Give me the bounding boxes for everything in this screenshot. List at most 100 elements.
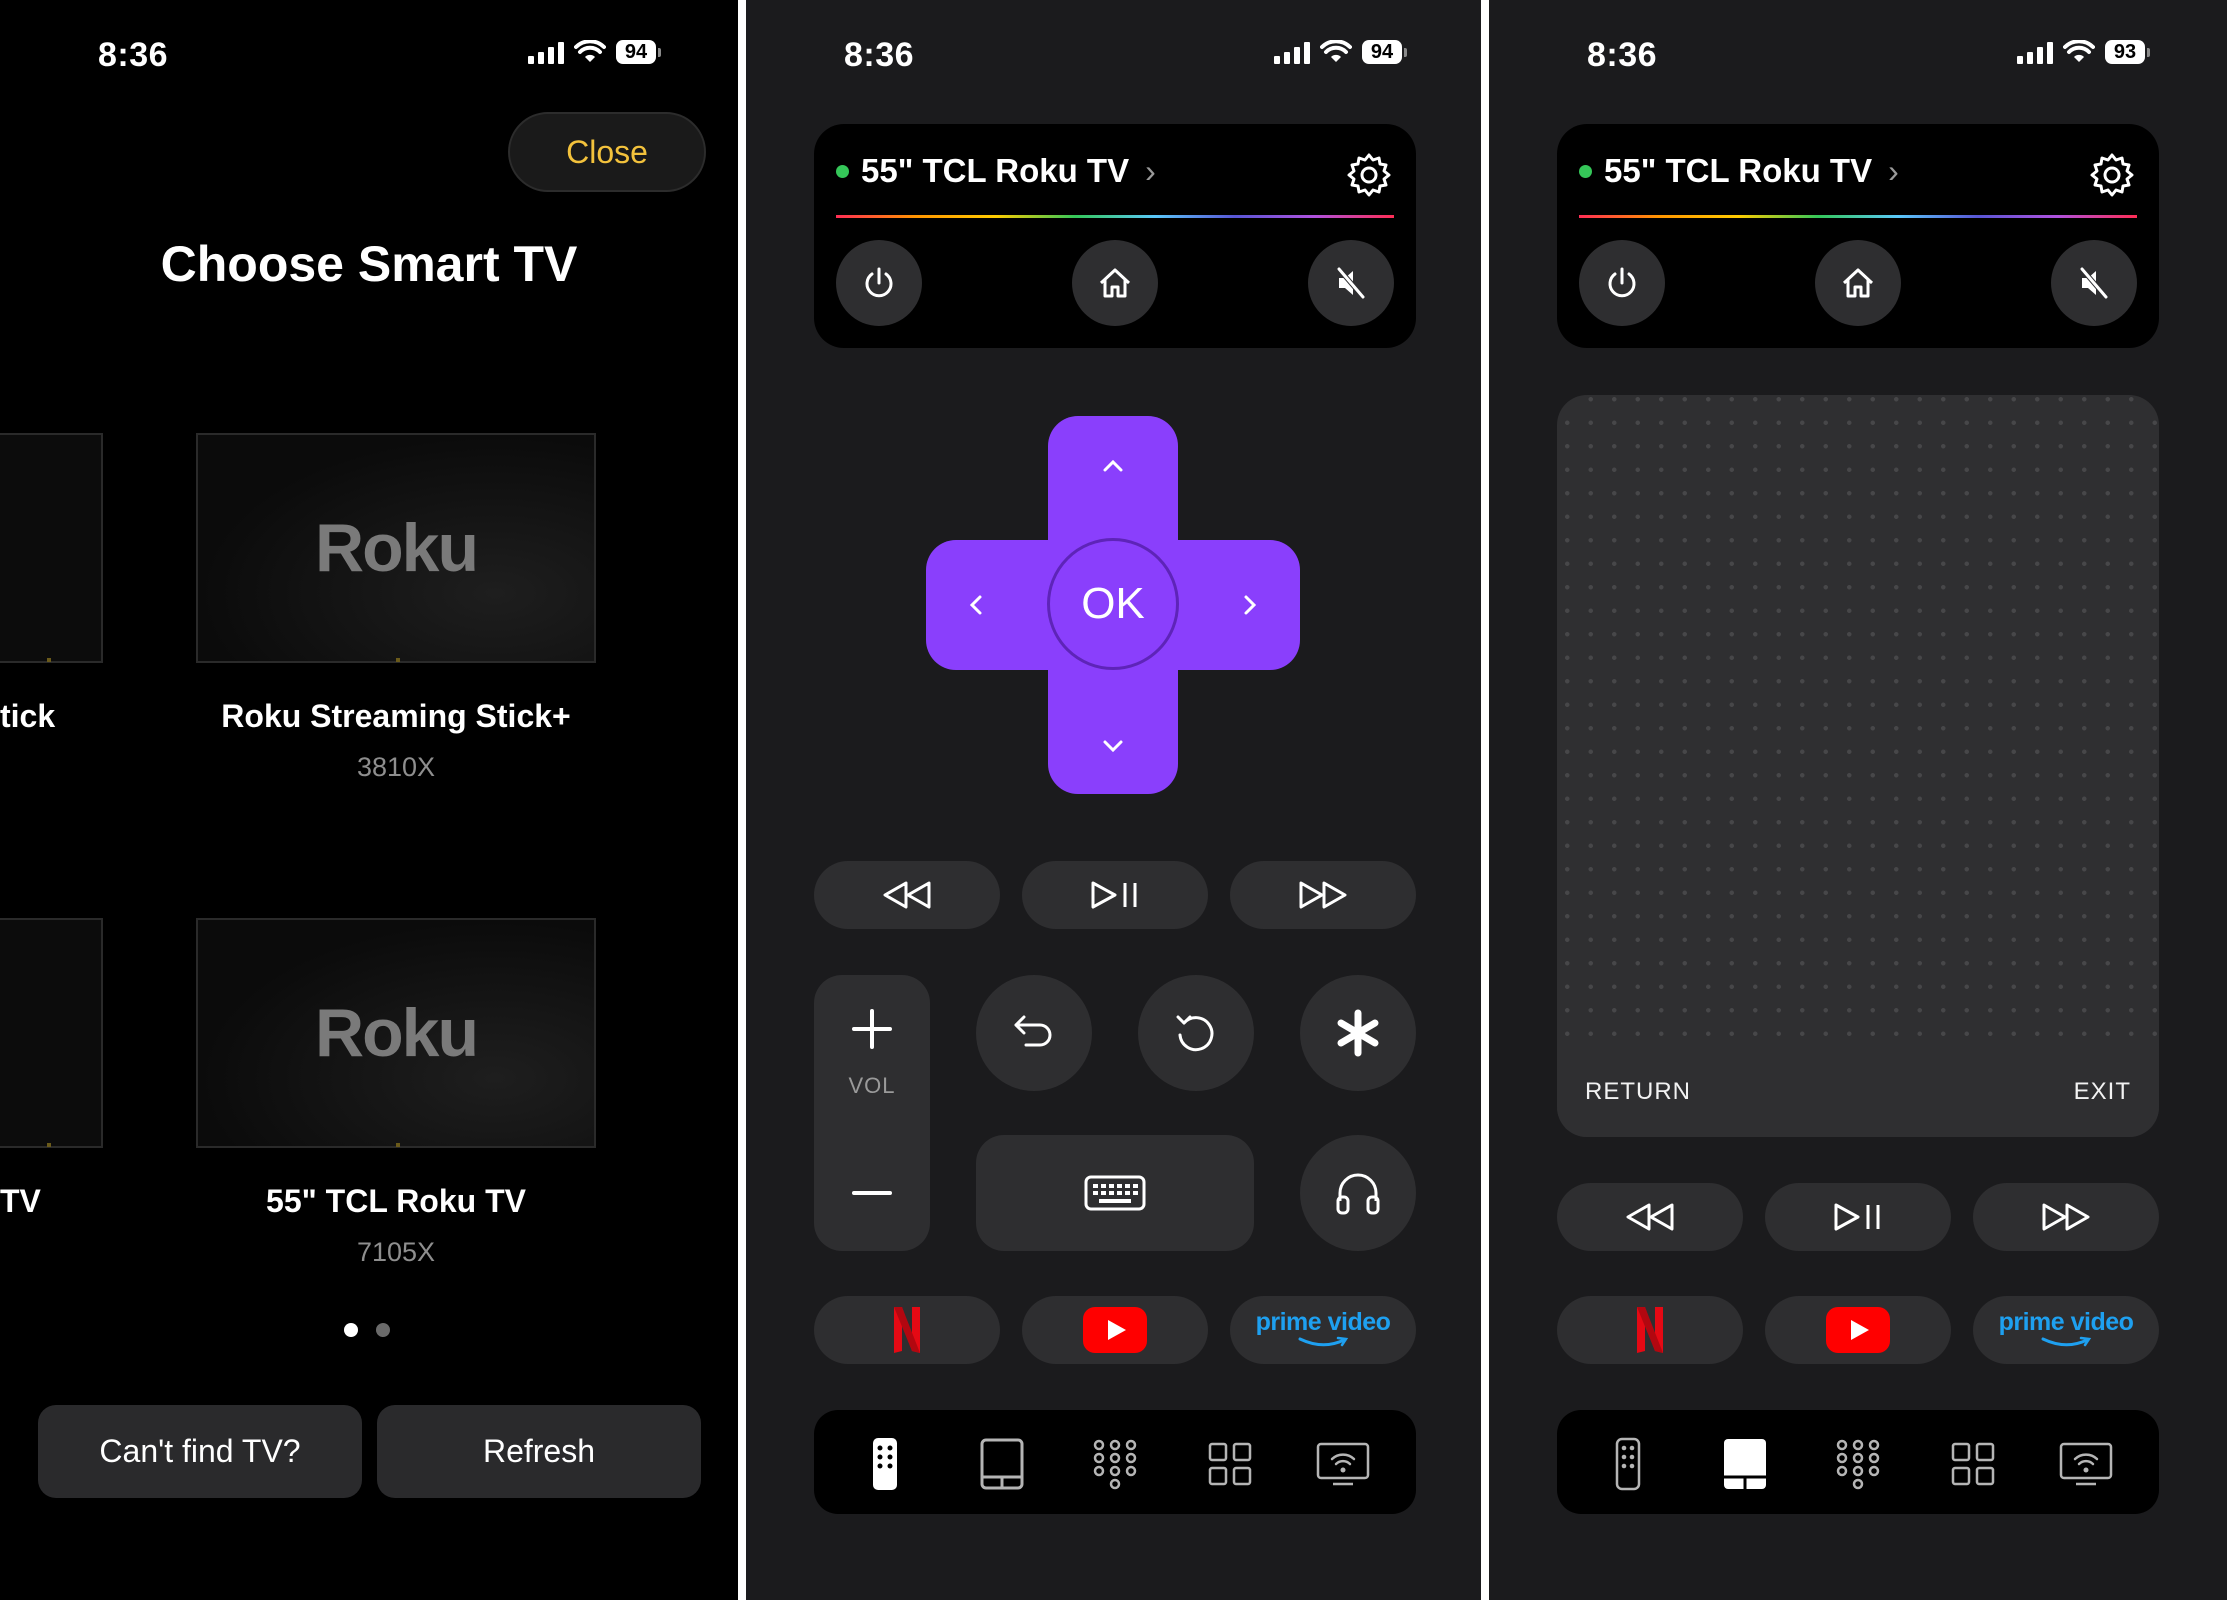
mute-button[interactable]	[2051, 240, 2137, 326]
youtube-button[interactable]	[1765, 1296, 1951, 1364]
prime-video-button[interactable]: prime video	[1230, 1296, 1416, 1364]
netflix-button[interactable]	[1557, 1296, 1743, 1364]
close-button[interactable]: Close	[508, 112, 706, 192]
netflix-button[interactable]	[814, 1296, 1000, 1364]
private-listening-button[interactable]	[1300, 1135, 1416, 1251]
youtube-logo	[1826, 1307, 1890, 1353]
tab-touchpad[interactable]	[974, 1436, 1030, 1492]
partial-device-name: TV	[0, 1183, 41, 1219]
home-button[interactable]	[1072, 240, 1158, 326]
tab-apps[interactable]	[1945, 1436, 2001, 1492]
remote-icon	[1615, 1437, 1641, 1491]
right-arrow-button[interactable]	[1230, 585, 1270, 625]
tab-cast[interactable]	[2058, 1436, 2114, 1492]
status-time: 8:36	[98, 36, 169, 74]
wifi-icon	[2063, 40, 2095, 62]
bottom-tab-bar	[1557, 1410, 2159, 1514]
ok-button[interactable]: OK	[1047, 538, 1179, 670]
rewind-button[interactable]	[814, 861, 1000, 929]
tab-cast[interactable]	[1315, 1436, 1371, 1492]
partial-tv-card[interactable]	[0, 918, 103, 1148]
device-selector[interactable]: 55" TCL Roku TV ›	[836, 152, 1156, 190]
rewind-icon	[883, 881, 931, 909]
status-icons: 94	[528, 40, 661, 64]
play-pause-button[interactable]	[1022, 861, 1208, 929]
remote-screen: 8:36 94 55" TCL Roku TV › OK VOL prime v…	[746, 0, 1481, 1600]
rainbow-divider	[836, 215, 1394, 218]
netflix-logo	[894, 1307, 920, 1353]
left-arrow-button[interactable]	[956, 585, 996, 625]
status-time: 8:36	[844, 36, 915, 74]
page-dot-active	[344, 1323, 358, 1337]
tab-numpad[interactable]	[1087, 1436, 1143, 1492]
asterisk-icon	[1337, 1009, 1379, 1057]
tv-card[interactable]: Roku	[196, 433, 596, 663]
fast-forward-button[interactable]	[1230, 861, 1416, 929]
power-icon	[1608, 267, 1636, 298]
tab-numpad[interactable]	[1830, 1436, 1886, 1492]
gear-icon[interactable]	[2087, 150, 2137, 200]
touchpad-icon	[980, 1438, 1024, 1490]
tv-card[interactable]: Roku	[196, 918, 596, 1148]
device-selector[interactable]: 55" TCL Roku TV ›	[1579, 152, 1899, 190]
cellular-signal-icon	[1274, 40, 1310, 64]
back-button[interactable]	[976, 975, 1092, 1091]
power-button[interactable]	[1579, 240, 1665, 326]
mute-icon	[2080, 267, 2108, 299]
fast-forward-button[interactable]	[1973, 1183, 2159, 1251]
mute-icon	[1337, 267, 1365, 299]
wifi-icon	[1320, 40, 1352, 62]
volume-down-icon[interactable]	[850, 1171, 894, 1215]
partial-device-name: tick	[0, 698, 56, 734]
device-name: Roku Streaming Stick+	[221, 698, 571, 734]
replay-icon	[1176, 1015, 1214, 1052]
prime-video-button[interactable]: prime video	[1973, 1296, 2159, 1364]
rewind-button[interactable]	[1557, 1183, 1743, 1251]
keyboard-button[interactable]	[976, 1135, 1254, 1251]
connected-indicator	[836, 164, 849, 178]
play-pause-button[interactable]	[1765, 1183, 1951, 1251]
tab-remote[interactable]	[857, 1436, 913, 1492]
page-indicator[interactable]	[344, 1323, 390, 1337]
bottom-tab-bar	[814, 1410, 1416, 1514]
youtube-logo	[1083, 1307, 1147, 1353]
home-button[interactable]	[1815, 240, 1901, 326]
page-dot	[376, 1323, 390, 1337]
mute-button[interactable]	[1308, 240, 1394, 326]
apps-grid-icon	[1208, 1442, 1252, 1486]
partial-tv-card[interactable]	[0, 433, 103, 663]
youtube-button[interactable]	[1022, 1296, 1208, 1364]
power-button[interactable]	[836, 240, 922, 326]
keyboard-icon	[1084, 1175, 1146, 1211]
wifi-icon	[574, 40, 606, 62]
battery-icon: 93	[2105, 40, 2150, 64]
choose-tv-screen: 8:36 94 Close Choose Smart TV tick TV Ro…	[0, 0, 738, 1600]
exit-button[interactable]: EXIT	[2074, 1078, 2131, 1106]
cellular-signal-icon	[528, 40, 564, 64]
prime-video-logo: prime video	[1999, 1310, 2134, 1350]
play-pause-icon	[1834, 1203, 1880, 1231]
status-icons: 93	[2017, 40, 2150, 64]
tab-remote[interactable]	[1600, 1436, 1656, 1492]
power-icon	[865, 267, 893, 298]
device-header-card: 55" TCL Roku TV ›	[814, 124, 1416, 348]
remote-icon	[873, 1438, 897, 1490]
touchpad-surface[interactable]: RETURN EXIT	[1557, 395, 2159, 1137]
replay-button[interactable]	[1138, 975, 1254, 1091]
cant-find-tv-button[interactable]: Can't find TV?	[38, 1405, 362, 1498]
down-arrow-button[interactable]	[1093, 726, 1133, 766]
netflix-logo	[1637, 1307, 1663, 1353]
volume-up-icon[interactable]	[850, 1007, 894, 1051]
up-arrow-button[interactable]	[1093, 446, 1133, 486]
gear-icon[interactable]	[1344, 150, 1394, 200]
device-name: 55" TCL Roku TV	[1604, 152, 1873, 189]
device-model: 3810X	[356, 752, 436, 782]
cellular-signal-icon	[2017, 40, 2053, 64]
headphones-icon	[1336, 1173, 1380, 1215]
options-button[interactable]	[1300, 975, 1416, 1091]
tab-apps[interactable]	[1202, 1436, 1258, 1492]
tab-touchpad[interactable]	[1717, 1436, 1773, 1492]
page-title: Choose Smart TV	[160, 236, 578, 292]
return-button[interactable]: RETURN	[1585, 1078, 1691, 1106]
refresh-button[interactable]: Refresh	[377, 1405, 701, 1498]
